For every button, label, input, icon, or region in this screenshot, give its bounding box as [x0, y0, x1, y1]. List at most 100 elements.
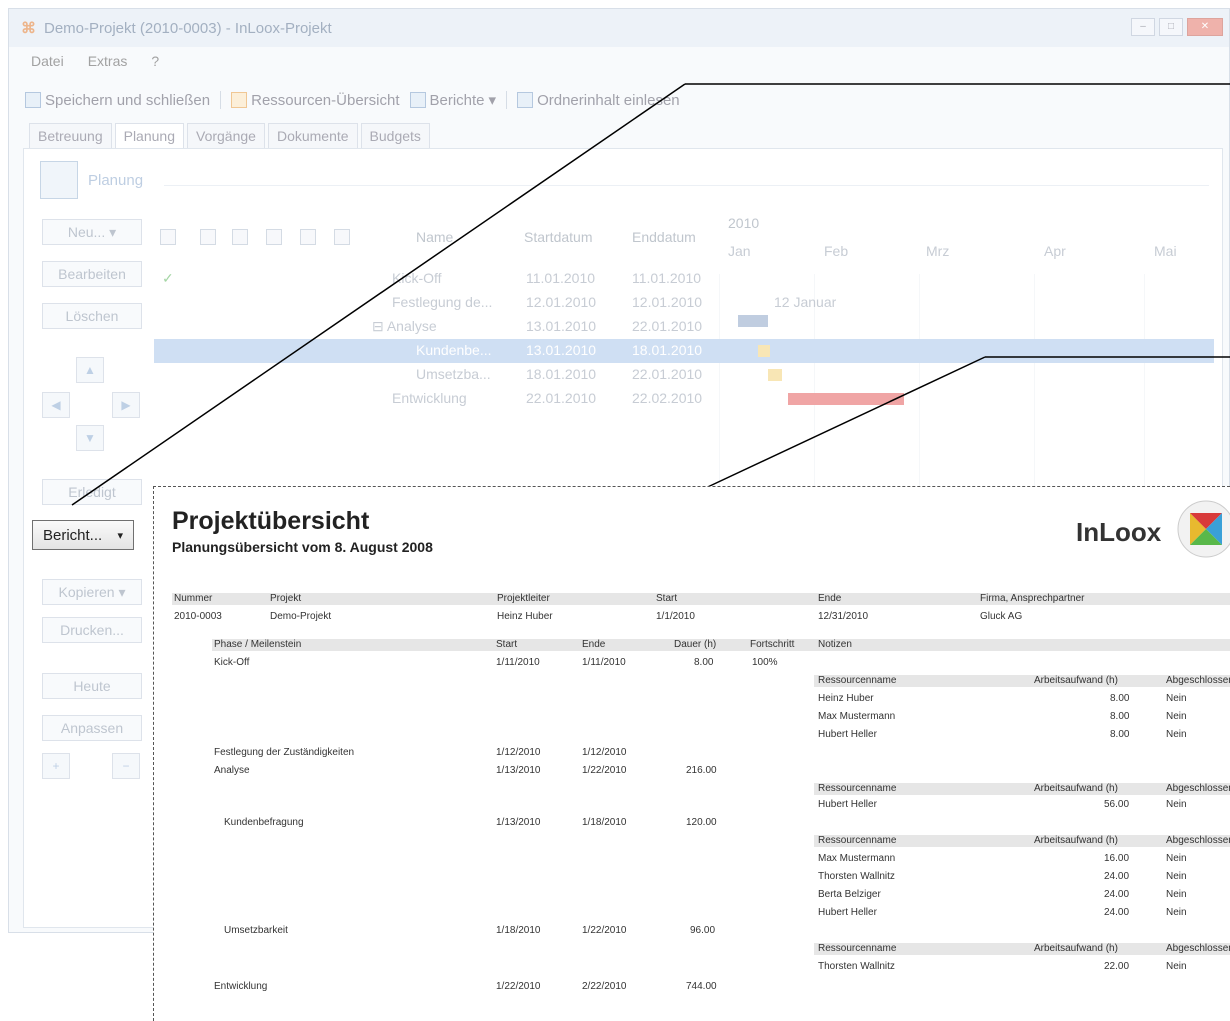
resource-name: Max Mustermann	[818, 853, 896, 864]
reports-label: Berichte	[429, 91, 485, 109]
resources-overview-button[interactable]: Ressourcen-Übersicht	[231, 91, 400, 109]
save-close-label: Speichern und schließen	[45, 91, 211, 109]
table-row[interactable]: Festlegung de... 12.01.2010 12.01.2010 1…	[154, 291, 1214, 315]
maximize-icon[interactable]: □	[1159, 18, 1183, 36]
delete-button[interactable]: Löschen	[42, 303, 142, 329]
phase-col-notes: Notizen	[818, 639, 852, 650]
read-folder-button[interactable]: Ordnerinhalt einlesen	[517, 92, 680, 109]
adjust-button[interactable]: Anpassen	[42, 715, 142, 741]
chevron-down-icon: ▾	[118, 584, 126, 600]
menu-help[interactable]: ?	[151, 53, 159, 69]
tab-budgets[interactable]: Budgets	[360, 123, 430, 149]
project-name: Demo-Projekt	[270, 611, 332, 622]
report-label: Bericht...	[43, 526, 103, 544]
col-header-name[interactable]: Name	[416, 229, 453, 245]
phase-name: Festlegung der Zuständigkeiten	[214, 747, 355, 758]
report-subtitle: Planungsübersicht vom 8. August 2008	[172, 539, 433, 555]
project-col-end: Ende	[818, 593, 842, 604]
person-icon	[232, 229, 248, 245]
resources-label: Ressourcen-Übersicht	[251, 91, 400, 109]
tab-planung[interactable]: Planung	[114, 123, 184, 149]
phase-header-row	[212, 639, 1230, 651]
resource-name: Hubert Heller	[818, 729, 877, 740]
window-title: Demo-Projekt (2010-0003) - InLoox-Projek…	[44, 19, 332, 37]
resource-effort: 24.00	[1104, 889, 1130, 900]
toolbar: Speichern und schließen Ressourcen-Übers…	[25, 91, 680, 109]
gantt-task-bar[interactable]	[758, 345, 770, 357]
folder-icon	[517, 92, 534, 108]
move-up-icon[interactable]: ▲	[76, 357, 104, 383]
menu-extras[interactable]: Extras	[88, 53, 128, 69]
resource-col-name: Ressourcenname	[818, 783, 897, 794]
col-header-start[interactable]: Startdatum	[524, 229, 592, 245]
phase-col-progress: Fortschritt	[750, 639, 795, 650]
table-row[interactable]: ⊟ Analyse 13.01.2010 22.01.2010	[154, 315, 1214, 339]
phase-name: Analyse	[214, 765, 250, 776]
gantt-month: Apr	[1044, 243, 1066, 259]
resource-done: Nein	[1166, 799, 1187, 810]
copy-button[interactable]: Kopieren ▾	[42, 579, 142, 605]
resources-icon	[231, 92, 248, 108]
done-button[interactable]: Erledigt	[42, 479, 142, 505]
table-row[interactable]: Umsetzba... 18.01.2010 22.01.2010	[154, 363, 1214, 387]
minimize-icon[interactable]: –	[1131, 18, 1155, 36]
close-icon[interactable]: ✕	[1187, 18, 1223, 36]
resource-col-done: Abgeschlossen	[1166, 783, 1230, 794]
gantt-summary-bar[interactable]	[738, 315, 768, 327]
phase-end: 1/11/2010	[582, 657, 626, 668]
save-close-button[interactable]: Speichern und schließen	[25, 92, 210, 109]
reports-icon	[409, 92, 426, 108]
resource-effort: 24.00	[1104, 871, 1130, 882]
tab-betreuung[interactable]: Betreuung	[29, 123, 112, 149]
move-down-icon[interactable]: ▼	[76, 425, 104, 451]
gantt-year: 2010	[728, 215, 760, 231]
new-button[interactable]: Neu... ▾	[42, 219, 142, 245]
gantt-month: Feb	[824, 243, 849, 259]
report-button[interactable]: Bericht... ▾	[32, 520, 134, 550]
phase-duration: 96.00	[690, 925, 716, 936]
phase-end: 1/22/2010	[582, 765, 627, 776]
project-col-company: Firma, Ansprechpartner	[980, 593, 1085, 604]
phase-name: Kick-Off	[214, 657, 250, 668]
table-row[interactable]: Entwicklung 22.01.2010 22.02.2010	[154, 387, 1214, 411]
row-end: 22.02.2010	[632, 390, 703, 406]
move-right-icon[interactable]: ▶	[112, 392, 140, 418]
phase-col-end: Ende	[582, 639, 606, 650]
phase-start: 1/13/2010	[496, 765, 541, 776]
row-name: Kick-Off	[392, 270, 442, 286]
flag-icon	[300, 229, 316, 245]
toolbar-separator	[506, 91, 508, 109]
row-name: Kundenbe...	[416, 342, 492, 358]
chevron-down-icon: ▾	[117, 529, 123, 542]
reports-button[interactable]: Berichte ▾	[409, 91, 497, 109]
phase-start: 1/18/2010	[496, 925, 541, 936]
tab-dokumente[interactable]: Dokumente	[267, 123, 358, 149]
phase-end: 2/22/2010	[582, 981, 627, 992]
resource-done: Nein	[1166, 889, 1187, 900]
resource-effort: 56.00	[1104, 799, 1130, 810]
project-end: 12/31/2010	[818, 611, 869, 622]
edit-button[interactable]: Bearbeiten	[42, 261, 142, 287]
print-button[interactable]: Drucken...	[42, 617, 142, 643]
gantt-task-bar[interactable]	[788, 393, 904, 405]
menu-datei[interactable]: Datei	[31, 53, 64, 69]
move-left-icon[interactable]: ◀	[42, 392, 70, 418]
col-header-end[interactable]: Enddatum	[632, 229, 696, 245]
phase-start: 1/12/2010	[496, 747, 541, 758]
table-row[interactable]: Kundenbe... 13.01.2010 18.01.2010	[154, 339, 1214, 363]
row-end: 22.01.2010	[632, 366, 703, 382]
section-title: Planung	[88, 171, 144, 189]
zoom-out-icon[interactable]: −	[112, 753, 140, 779]
project-col-start: Start	[656, 593, 678, 604]
zoom-in-icon[interactable]: +	[42, 753, 70, 779]
inloox-logo-icon	[1177, 500, 1230, 558]
phase-name: Kundenbefragung	[224, 817, 304, 828]
gantt-month: Mrz	[926, 243, 950, 259]
table-row[interactable]: ✓ Kick-Off 11.01.2010 11.01.2010	[154, 267, 1214, 291]
today-button[interactable]: Heute	[42, 673, 142, 699]
tab-vorgaenge[interactable]: Vorgänge	[187, 123, 265, 149]
phase-name: Entwicklung	[214, 981, 268, 992]
resource-col-effort: Arbeitsaufwand (h)	[1034, 835, 1118, 846]
chevron-down-icon: ▾	[488, 92, 497, 109]
gantt-task-bar[interactable]	[768, 369, 782, 381]
